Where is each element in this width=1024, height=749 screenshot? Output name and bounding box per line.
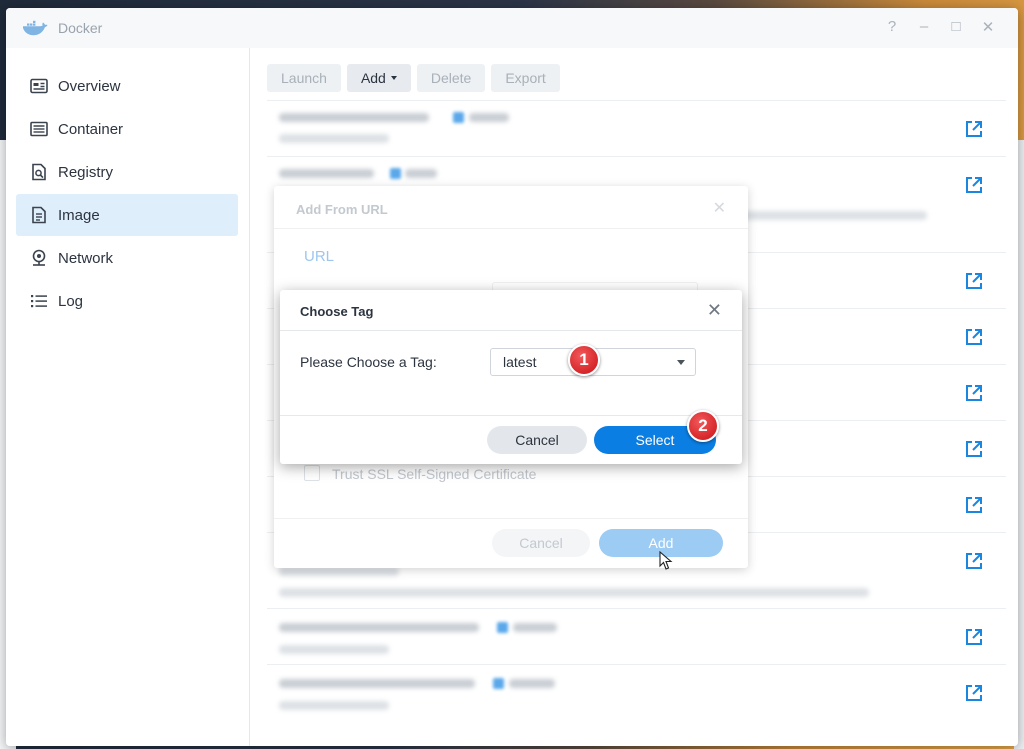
network-icon bbox=[30, 249, 48, 267]
external-link-icon[interactable] bbox=[964, 383, 984, 403]
minimize-icon[interactable]: – bbox=[914, 18, 934, 35]
external-link-icon[interactable] bbox=[964, 175, 984, 195]
external-link-icon[interactable] bbox=[964, 683, 984, 703]
image-icon bbox=[30, 206, 48, 224]
blurred-badge bbox=[493, 678, 504, 689]
tag-select-value: latest bbox=[503, 354, 537, 370]
blurred-text bbox=[279, 113, 429, 122]
external-link-icon[interactable] bbox=[964, 627, 984, 647]
blurred-text bbox=[279, 701, 389, 710]
sidebar-item-label: Overview bbox=[58, 77, 121, 95]
blurred-text bbox=[279, 623, 479, 632]
step-badge-2: 2 bbox=[687, 410, 719, 442]
choose-tag-dialog: Choose Tag ✕ Please Choose a Tag: latest… bbox=[280, 290, 742, 464]
close-icon[interactable]: ✕ bbox=[707, 300, 722, 321]
help-icon[interactable]: ? bbox=[882, 18, 902, 35]
add-button-label: Add bbox=[360, 70, 386, 86]
sidebar-item-label: Image bbox=[58, 206, 100, 224]
blurred-text bbox=[509, 679, 555, 688]
sidebar-item-label: Log bbox=[58, 292, 84, 310]
sidebar-item-overview[interactable]: Overview bbox=[16, 65, 238, 107]
external-link-icon[interactable] bbox=[964, 551, 984, 571]
list-item[interactable] bbox=[267, 100, 1006, 156]
divider bbox=[280, 415, 742, 416]
registry-icon bbox=[30, 163, 48, 181]
blurred-text bbox=[737, 211, 927, 220]
sidebar-item-container[interactable]: Container bbox=[16, 108, 238, 150]
external-link-icon[interactable] bbox=[964, 119, 984, 139]
caret-down-icon bbox=[677, 360, 685, 365]
blurred-text bbox=[513, 623, 557, 632]
title-bar: Docker ? – □ ✕ bbox=[6, 8, 1018, 48]
add-dropdown-button[interactable]: Add bbox=[346, 64, 411, 92]
maximize-icon[interactable]: □ bbox=[946, 18, 966, 35]
overview-icon bbox=[30, 77, 48, 95]
dialog-title: Add From URL bbox=[296, 202, 388, 217]
cancel-button[interactable]: Cancel bbox=[492, 529, 590, 557]
divider bbox=[274, 518, 748, 519]
blurred-text bbox=[279, 134, 389, 143]
launch-button[interactable]: Launch bbox=[267, 64, 341, 92]
caret-down-icon bbox=[390, 76, 397, 80]
sidebar: Overview Container Registry Image Networ… bbox=[6, 48, 250, 746]
cancel-button[interactable]: Cancel bbox=[487, 426, 587, 454]
sidebar-item-label: Registry bbox=[58, 163, 114, 181]
trust-ssl-label: Trust SSL Self-Signed Certificate bbox=[332, 466, 537, 482]
dialog-title: Choose Tag bbox=[300, 304, 374, 319]
list-item[interactable] bbox=[267, 608, 1006, 664]
mouse-cursor-icon bbox=[659, 551, 673, 570]
sidebar-item-network[interactable]: Network bbox=[16, 237, 238, 279]
close-icon[interactable]: ✕ bbox=[978, 18, 998, 36]
tag-label: Please Choose a Tag: bbox=[300, 354, 437, 370]
blurred-badge bbox=[497, 622, 508, 633]
tab-url[interactable]: URL bbox=[304, 248, 334, 265]
divider bbox=[280, 330, 742, 331]
blurred-text bbox=[279, 588, 869, 597]
external-link-icon[interactable] bbox=[964, 271, 984, 291]
container-icon bbox=[30, 120, 48, 138]
blurred-text bbox=[279, 679, 475, 688]
trust-ssl-checkbox[interactable] bbox=[304, 465, 320, 481]
close-icon[interactable]: ✕ bbox=[713, 198, 726, 218]
divider bbox=[274, 228, 748, 229]
step-badge-1: 1 bbox=[568, 344, 600, 376]
blurred-text bbox=[279, 567, 399, 576]
log-icon bbox=[30, 292, 48, 310]
sidebar-item-label: Network bbox=[58, 249, 114, 267]
delete-button[interactable]: Delete bbox=[416, 64, 486, 92]
external-link-icon[interactable] bbox=[964, 327, 984, 347]
blurred-text bbox=[469, 113, 509, 122]
blurred-text bbox=[405, 169, 437, 178]
external-link-icon[interactable] bbox=[964, 495, 984, 515]
toolbar: Launch Add Delete Export bbox=[267, 64, 560, 92]
sidebar-item-label: Container bbox=[58, 120, 124, 138]
export-button[interactable]: Export bbox=[491, 64, 560, 92]
external-link-icon[interactable] bbox=[964, 439, 984, 459]
blurred-text bbox=[279, 169, 374, 178]
sidebar-item-registry[interactable]: Registry bbox=[16, 151, 238, 193]
blurred-text bbox=[279, 645, 389, 654]
blurred-badge bbox=[390, 168, 401, 179]
blurred-badge bbox=[453, 112, 464, 123]
docker-whale-icon bbox=[23, 20, 48, 36]
sidebar-item-image[interactable]: Image bbox=[16, 194, 238, 236]
list-item[interactable] bbox=[267, 664, 1006, 720]
window-title: Docker bbox=[58, 20, 103, 36]
sidebar-item-log[interactable]: Log bbox=[16, 280, 238, 322]
